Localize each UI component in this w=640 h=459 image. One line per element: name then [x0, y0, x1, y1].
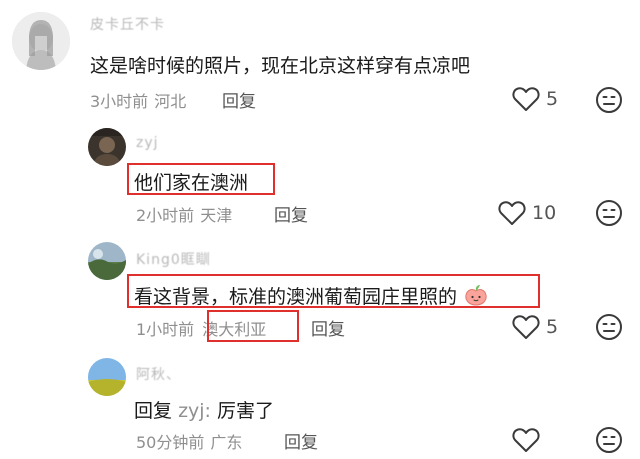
username[interactable]: 阿秋、	[136, 364, 181, 384]
avatar[interactable]	[88, 128, 126, 166]
dislike-button[interactable]	[595, 313, 623, 345]
avatar[interactable]	[88, 242, 126, 280]
highlight-box	[127, 274, 540, 308]
comment-text-body: 厉害了	[217, 400, 275, 422]
avatar-image	[88, 242, 126, 280]
meh-face-icon	[596, 87, 622, 113]
comment-meta: 3小时前 河北	[90, 88, 186, 112]
mention-username[interactable]: zyj:	[178, 400, 211, 422]
avatar-image	[88, 358, 126, 396]
username[interactable]: zyj	[136, 135, 159, 151]
avatar-image	[12, 12, 70, 70]
timestamp: 3小时前	[90, 92, 149, 111]
like-button[interactable]: 5	[512, 86, 558, 112]
reply-prefix: 回复	[134, 400, 173, 422]
like-button[interactable]: 5	[512, 314, 558, 340]
meh-face-icon	[596, 314, 622, 340]
like-button[interactable]: 10	[498, 200, 556, 226]
avatar[interactable]	[12, 12, 70, 70]
timestamp: 1小时前	[136, 320, 195, 339]
reply-button[interactable]: 回复	[284, 428, 318, 453]
dislike-button[interactable]	[595, 86, 623, 118]
highlight-box	[127, 163, 275, 195]
location: 广东	[210, 433, 243, 452]
like-count: 10	[532, 202, 557, 224]
username[interactable]: King0眶瞓	[136, 249, 211, 269]
username[interactable]: 皮卡丘不卡	[90, 14, 165, 34]
like-count: 5	[546, 316, 559, 338]
timestamp: 2小时前	[136, 206, 195, 225]
highlight-box	[207, 310, 299, 342]
comment-meta: 50分钟前 广东	[136, 429, 242, 453]
meh-face-icon	[596, 200, 622, 226]
dislike-button[interactable]	[595, 199, 623, 231]
avatar-image	[88, 128, 126, 166]
heart-outline-icon	[498, 201, 526, 225]
heart-outline-icon	[512, 87, 540, 111]
comment-text: 回复 zyj: 厉害了	[134, 396, 274, 423]
reply-button[interactable]: 回复	[222, 87, 256, 112]
timestamp: 50分钟前	[136, 433, 205, 452]
location: 天津	[200, 206, 233, 225]
comment-text: 这是啥时候的照片，现在北京这样穿有点凉吧	[90, 55, 471, 77]
avatar[interactable]	[88, 358, 126, 396]
reply-button[interactable]: 回复	[274, 201, 308, 226]
heart-outline-icon	[512, 428, 540, 452]
like-button[interactable]	[512, 427, 546, 453]
location: 河北	[154, 92, 187, 111]
reply-button[interactable]: 回复	[311, 315, 345, 340]
dislike-button[interactable]	[595, 426, 623, 458]
meh-face-icon	[596, 427, 622, 453]
heart-outline-icon	[512, 315, 540, 339]
like-count: 5	[546, 88, 559, 110]
comment-meta: 2小时前 天津	[136, 202, 232, 226]
